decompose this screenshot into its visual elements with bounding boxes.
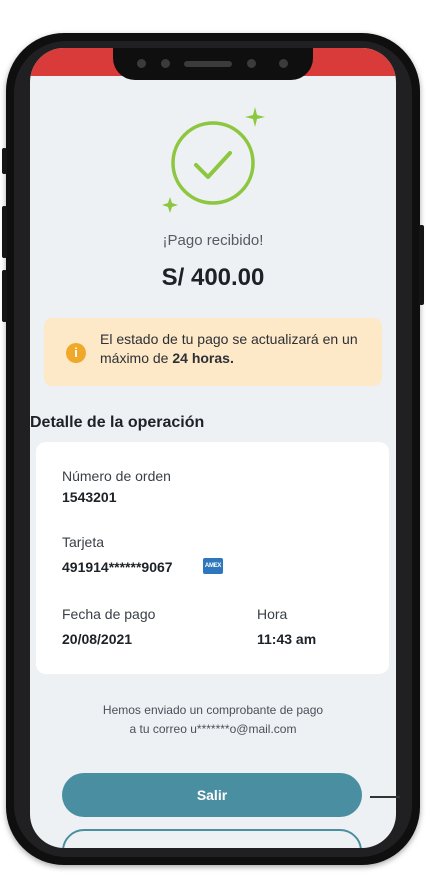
payment-amount: S/ 400.00 xyxy=(161,264,265,291)
exit-button[interactable]: Salir xyxy=(62,773,362,817)
phone-side-button-left-3 xyxy=(2,270,7,322)
phone-side-button-right xyxy=(419,225,424,305)
details-section-title: Detalle de la operación xyxy=(30,414,205,431)
card-number-value: 491914******9067 xyxy=(62,559,173,575)
phone-screen: ¡Pago recibido! S/ 400.00 i El estado de… xyxy=(30,48,396,848)
card-label: Tarjeta xyxy=(62,534,105,550)
phone-side-button-left-2 xyxy=(2,206,7,258)
payment-date-value: 20/08/2021 xyxy=(62,631,133,647)
time-label: Hora xyxy=(257,606,288,622)
amex-icon: AMEX xyxy=(203,558,223,574)
operation-details-card: Número de orden 1543201 Tarjeta 491914**… xyxy=(36,442,389,674)
sensor-dot-icon xyxy=(161,59,170,68)
phone-notch xyxy=(113,48,313,80)
payment-date-label: Fecha de pago xyxy=(62,606,156,622)
info-icon: i xyxy=(66,343,86,363)
phone-side-button-left-1 xyxy=(2,148,7,174)
receipt-note: Hemos enviado un comprobante de pago a t… xyxy=(30,701,396,739)
alert-text-bold: 24 horas. xyxy=(172,350,234,366)
secondary-button[interactable] xyxy=(62,829,362,848)
payment-status-alert: i El estado de tu pago se actualizará en… xyxy=(44,318,382,386)
time-value: 11:43 am xyxy=(257,631,317,647)
speaker-icon xyxy=(184,61,232,67)
order-number-value: 1543201 xyxy=(62,489,117,505)
annotation-pointer-line xyxy=(370,796,400,798)
receipt-note-line-2: a tu correo u*******o@mail.com xyxy=(129,722,297,736)
payment-status-text: ¡Pago recibido! xyxy=(162,232,264,249)
front-camera-icon xyxy=(279,59,288,68)
receipt-note-line-1: Hemos enviado un comprobante de pago xyxy=(102,703,324,717)
sensor-dot-icon-2 xyxy=(247,59,256,68)
order-number-label: Número de orden xyxy=(62,468,171,484)
camera-dot-icon xyxy=(137,59,146,68)
success-check-icon xyxy=(158,103,268,213)
